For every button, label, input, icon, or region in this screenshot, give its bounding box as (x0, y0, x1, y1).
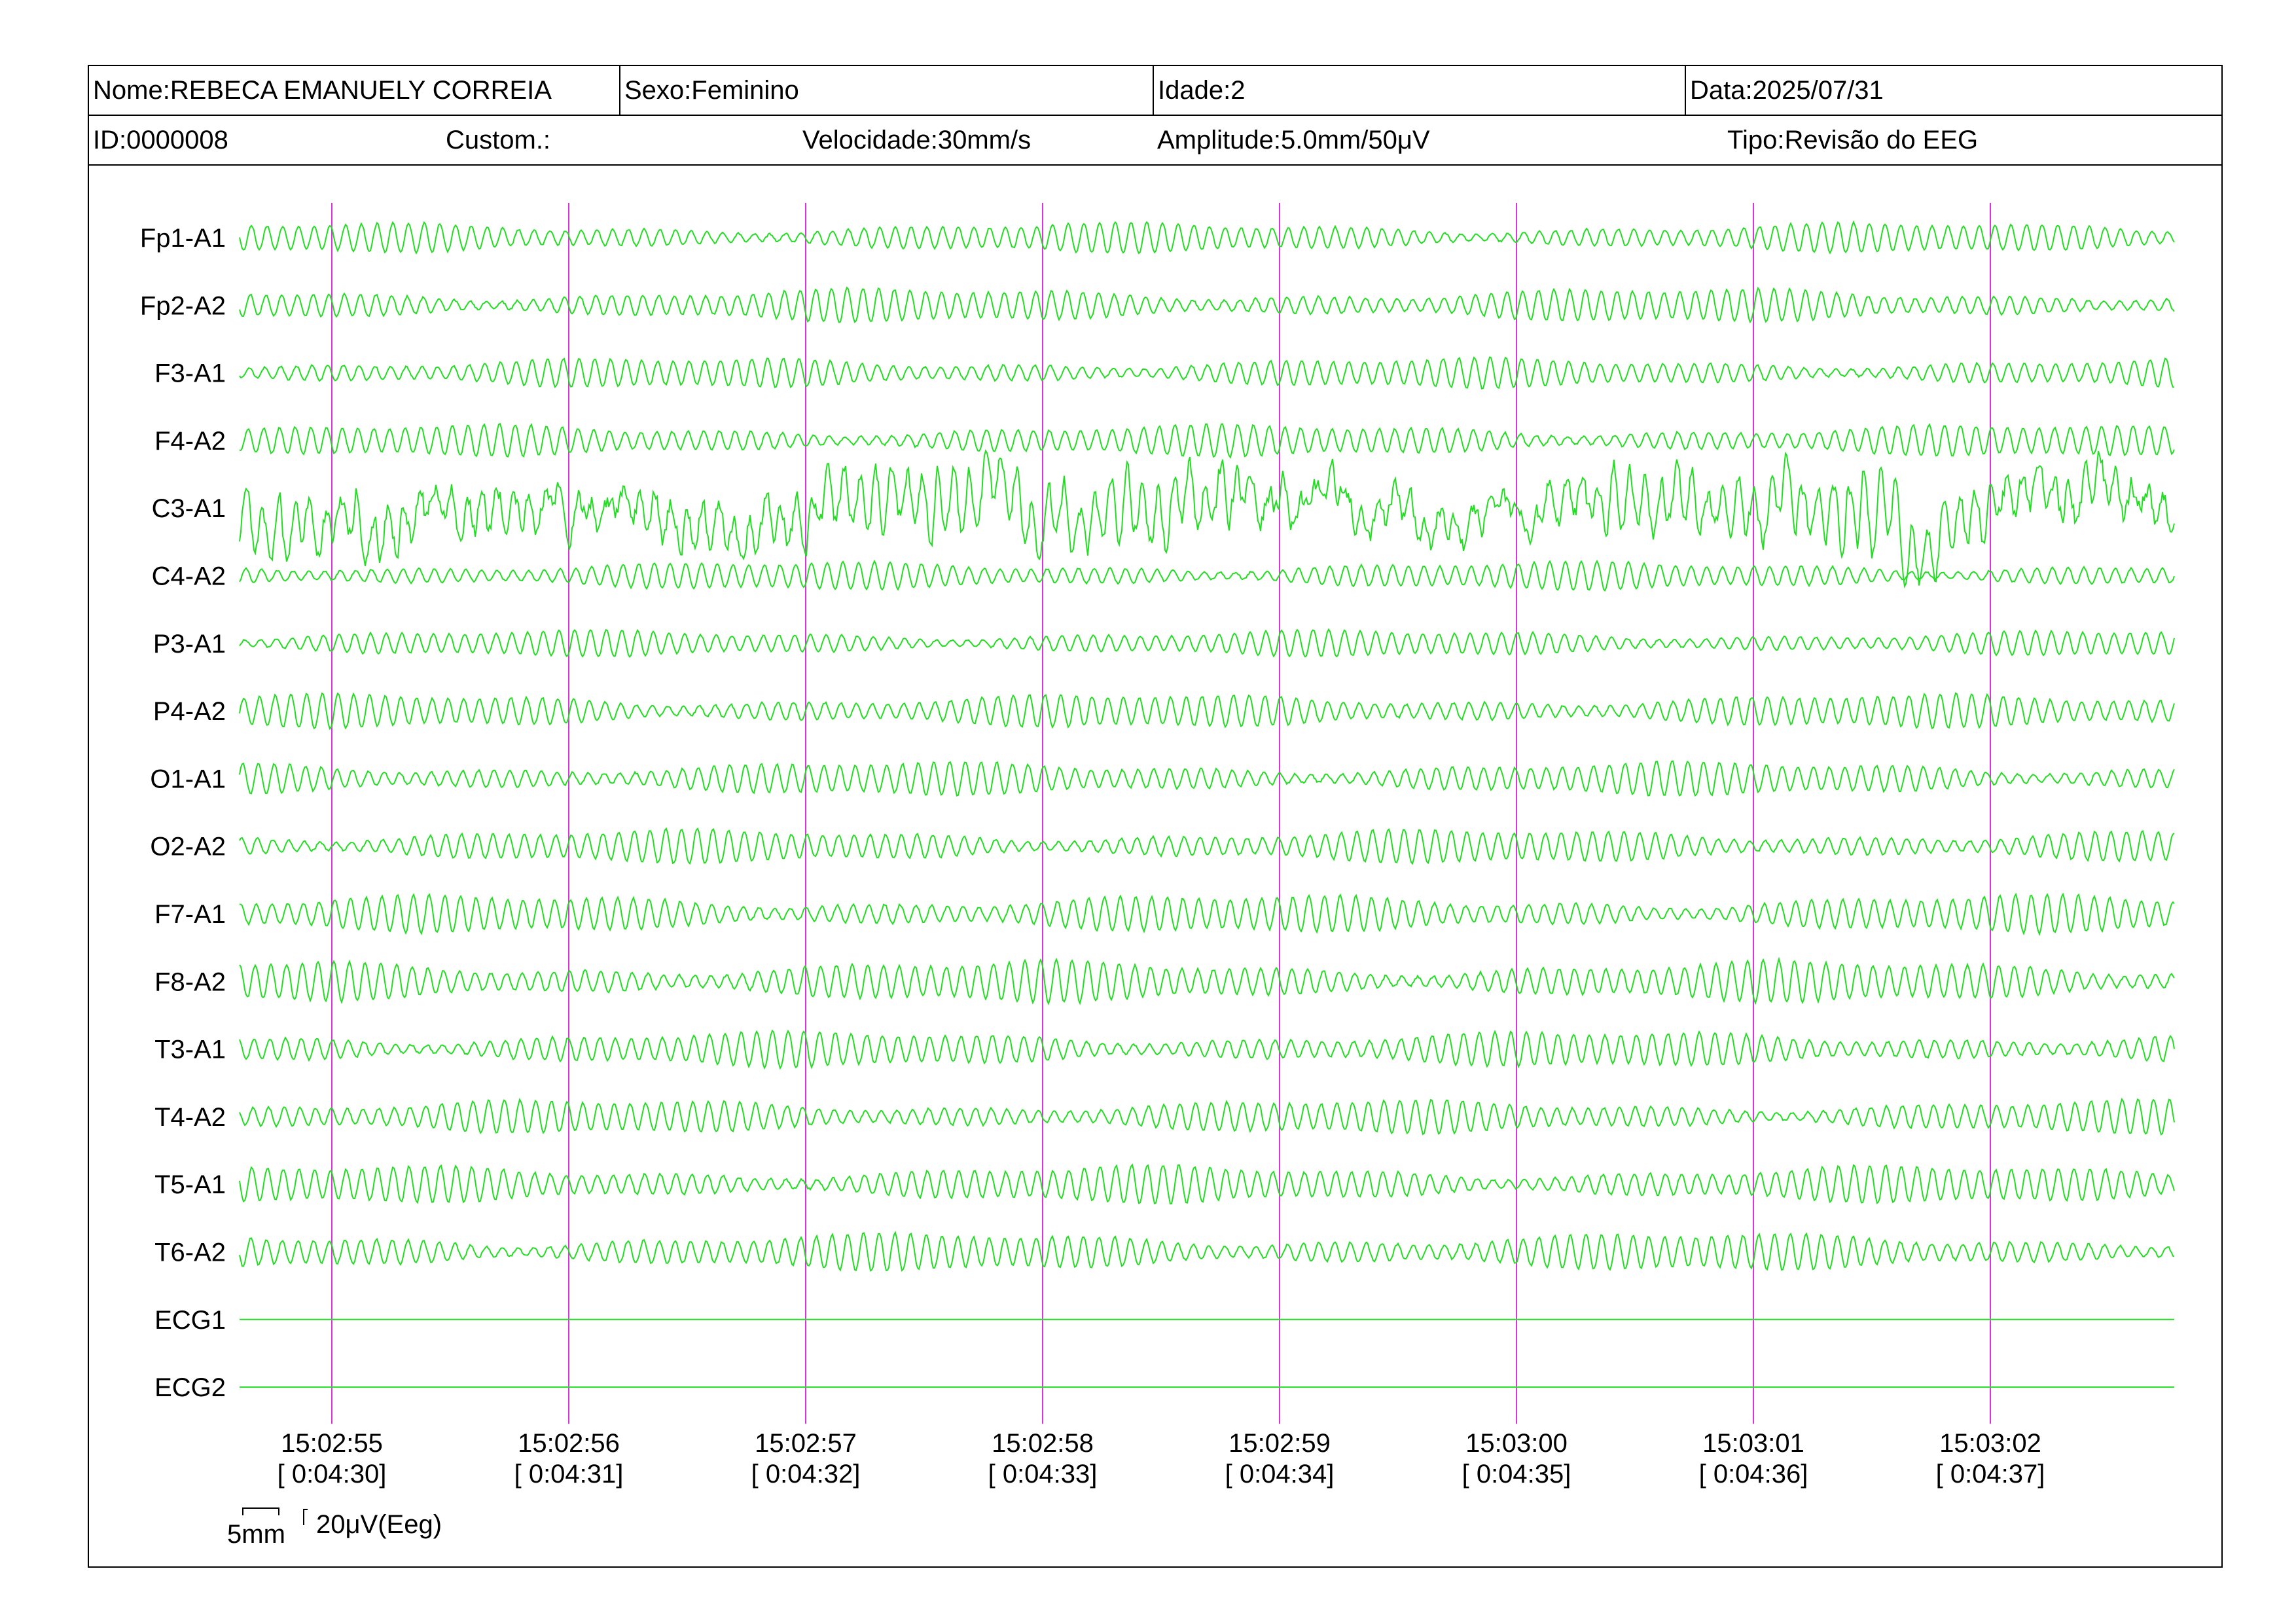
trace-c4-a2 (239, 559, 2175, 592)
channel-label: T5-A1 (154, 1170, 226, 1199)
trace-fp2-a2 (239, 286, 2175, 324)
trace-p4-a2 (239, 692, 2175, 731)
elapsed-time-label: [ 0:04:32] (751, 1460, 861, 1489)
trace-c3-a1 (239, 449, 2175, 589)
trace-fp1-a1 (239, 220, 2175, 255)
amp-scale-bracket (303, 1509, 308, 1525)
elapsed-time-label: [ 0:04:34] (1225, 1460, 1335, 1489)
channel-label: C4-A2 (152, 562, 226, 591)
trace-t5-a1 (239, 1163, 2175, 1204)
channel-label: F4-A2 (154, 427, 226, 456)
elapsed-time-label: [ 0:04:30] (278, 1460, 387, 1489)
channel-label: ECG1 (154, 1306, 226, 1335)
clock-time-label: 15:03:00 (1465, 1429, 1568, 1458)
trace-p3-a1 (239, 628, 2175, 659)
channel-label: Fp1-A1 (140, 224, 226, 253)
channel-traces (239, 220, 2175, 1388)
channel-label: ECG2 (154, 1373, 226, 1402)
amp-scale-label: 20μV(Eeg) (316, 1510, 442, 1539)
channel-label: C3-A1 (152, 494, 226, 523)
trace-t4-a2 (239, 1097, 2175, 1136)
channel-labels: Fp1-A1 Fp2-A2 F3-A1 F4-A2 C3-A1 C4-A2 P3-A1 P4-… (140, 224, 226, 1402)
channel-label: O2-A2 (150, 833, 226, 861)
trace-f4-a2 (240, 422, 2175, 459)
elapsed-time-label: [ 0:04:35] (1462, 1460, 1571, 1489)
channel-label: T6-A2 (154, 1238, 226, 1267)
channel-label: F8-A2 (154, 967, 226, 996)
clock-time-label: 15:03:02 (1939, 1429, 2041, 1458)
calibration-scale: 5mm 20μV(Eeg) (227, 1507, 442, 1549)
channel-label: F3-A1 (154, 359, 226, 388)
elapsed-time-label: [ 0:04:37] (1936, 1460, 2045, 1489)
elapsed-time-label: [ 0:04:36] (1699, 1460, 1808, 1489)
clock-time-label: 15:02:58 (992, 1429, 1094, 1458)
clock-time-label: 15:02:59 (1229, 1429, 1331, 1458)
trace-f7-a1 (239, 892, 2175, 937)
trace-f8-a2 (239, 956, 2175, 1005)
trace-t3-a1 (239, 1029, 2175, 1070)
clock-time-label: 15:03:01 (1702, 1429, 1804, 1458)
channel-label: P3-A1 (153, 630, 226, 659)
trace-t6-a2 (239, 1231, 2175, 1272)
channel-label: Fp2-A2 (140, 291, 226, 320)
channel-label: O1-A1 (150, 765, 226, 793)
channel-label: F7-A1 (154, 900, 226, 929)
time-scale-label: 5mm (227, 1520, 285, 1549)
clock-time-label: 15:02:55 (281, 1429, 383, 1458)
elapsed-time-label: [ 0:04:31] (514, 1460, 624, 1489)
channel-label: T4-A2 (154, 1103, 226, 1132)
trace-o2-a2 (239, 827, 2175, 865)
time-scale-bracket (242, 1507, 279, 1515)
clock-time-label: 15:02:56 (518, 1429, 620, 1458)
channel-label: P4-A2 (153, 697, 226, 726)
trace-o1-a1 (239, 760, 2175, 797)
clock-time-label: 15:02:57 (755, 1429, 857, 1458)
eeg-trace-panel: Fp1-A1 Fp2-A2 F3-A1 F4-A2 C3-A1 C4-A2 P3-A1 P4-… (140, 203, 2175, 1549)
elapsed-time-label: [ 0:04:33] (988, 1460, 1098, 1489)
time-axis-labels: 15:02:55[ 0:04:30] 15:02:56[ 0:04:31] 15:0… (278, 1429, 2045, 1489)
trace-f3-a1 (239, 356, 2175, 390)
channel-label: T3-A1 (154, 1036, 226, 1064)
